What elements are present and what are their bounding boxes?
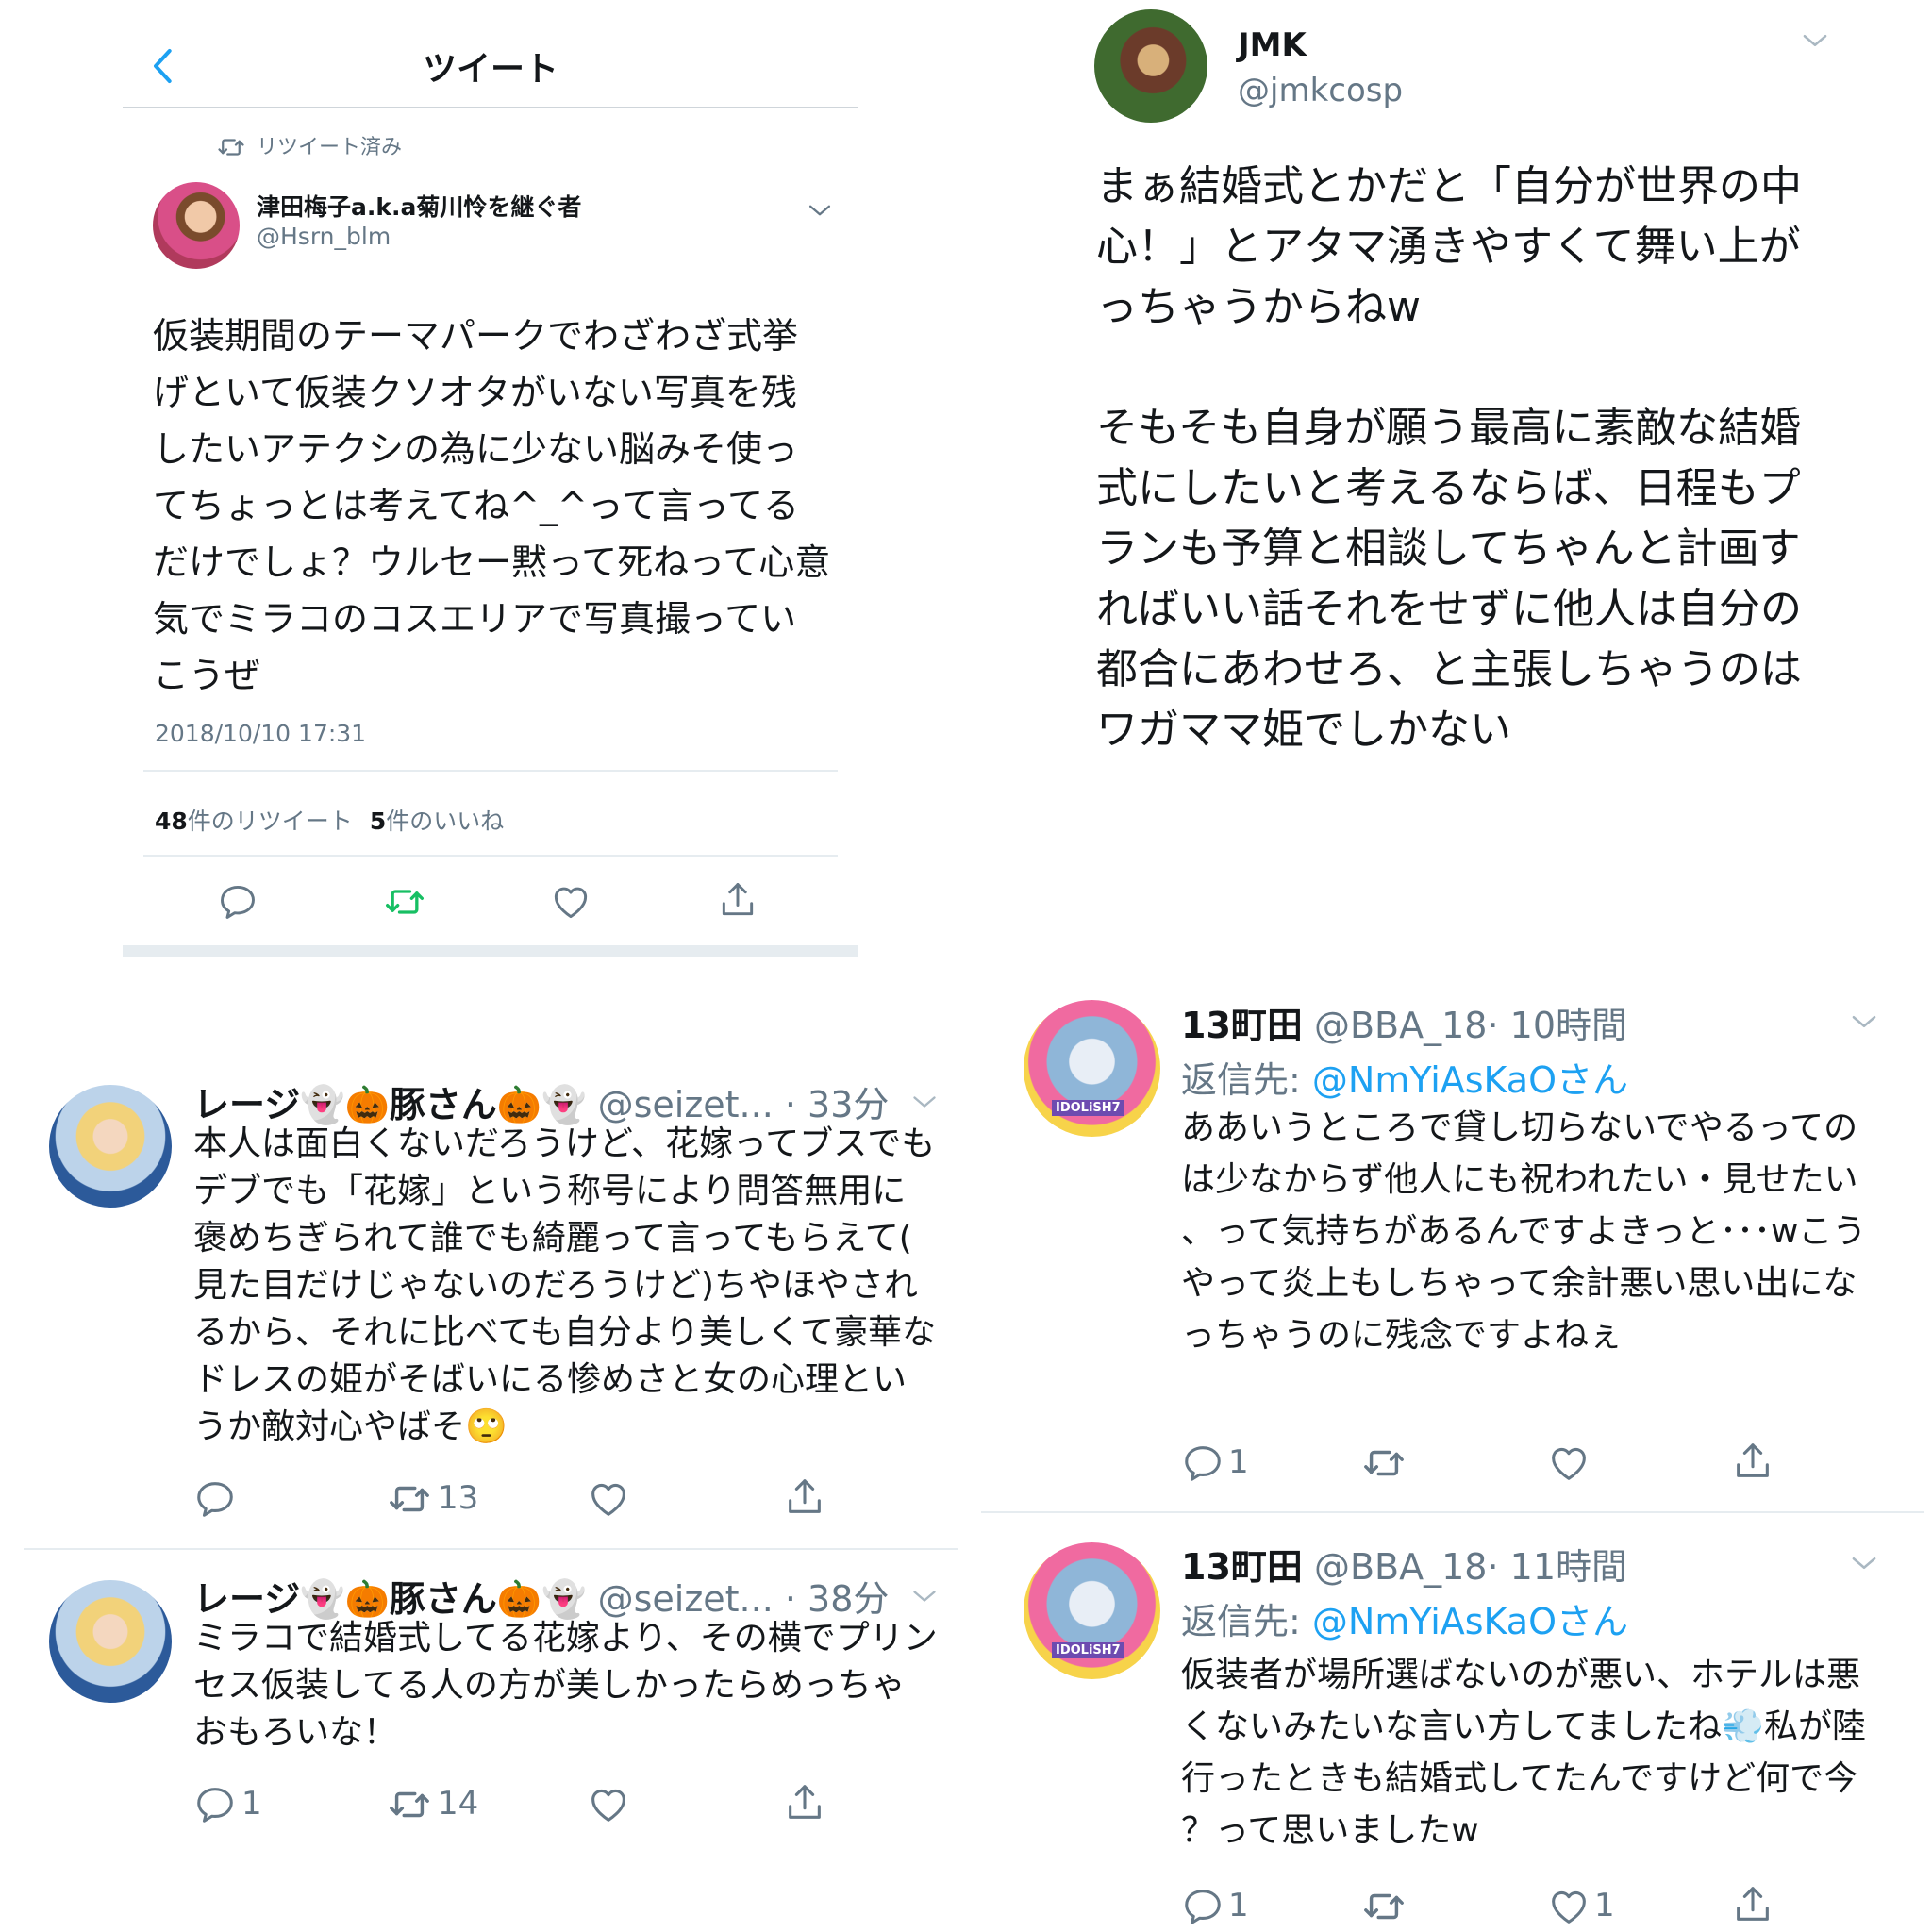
chevron-down-icon[interactable]: [908, 1085, 941, 1119]
heart-icon[interactable]: [587, 1477, 630, 1521]
reply-to-handle[interactable]: @NmYiAsKaOさん: [1312, 1601, 1628, 1642]
divider: [143, 770, 838, 772]
reply-to-label: 返信先:: [1181, 1059, 1301, 1101]
page-title: ツイート: [422, 50, 558, 89]
avatar[interactable]: [1094, 9, 1208, 123]
reply-time: · 10時間: [1487, 1005, 1627, 1046]
author-name[interactable]: 津田梅子a.k.a菊川怜を継ぐ者: [257, 189, 581, 223]
author-handle[interactable]: @Hsrn_blm: [257, 223, 391, 250]
reply-author-name[interactable]: 13町田: [1181, 1005, 1303, 1046]
heart-icon[interactable]: [550, 881, 591, 923]
reply-icon[interactable]: [1181, 1441, 1224, 1485]
chevron-down-icon[interactable]: [804, 194, 836, 226]
divider: [981, 1511, 1924, 1513]
panel-bottom-bar: [123, 945, 858, 957]
divider: [143, 855, 838, 857]
reply-author-name[interactable]: 13町田: [1181, 1546, 1303, 1588]
reply-icon[interactable]: [193, 1477, 237, 1521]
heart-icon[interactable]: [1547, 1441, 1591, 1485]
chevron-down-icon[interactable]: [1797, 23, 1833, 58]
reply-text: 本人は面白くないだろうけど、花嫁ってブスでもデブでも「花嫁」という称号により問答…: [193, 1124, 936, 1446]
reply-author-name[interactable]: レージ👻🎃豚さん🎃👻: [193, 1578, 587, 1620]
retweet-count[interactable]: 48: [155, 808, 188, 835]
like-count: 1: [1594, 1887, 1615, 1924]
reply-text: 仮装者が場所選ばないのが悪い、ホテルは悪くないみたいな言い方してましたね💨私が陸…: [1181, 1656, 1866, 1850]
share-icon[interactable]: [1731, 1440, 1774, 1483]
share-icon[interactable]: [1731, 1883, 1774, 1926]
avatar[interactable]: [49, 1580, 172, 1703]
reply-time: · 11時間: [1487, 1546, 1627, 1588]
reply-text: ああいうところで貸し切らないでやるってのは少なからず他人にも祝われたい・見せたい…: [1181, 1108, 1867, 1355]
reply-author-handle[interactable]: @BBA_18: [1314, 1005, 1488, 1046]
avatar[interactable]: IDOLiSH7: [1024, 1542, 1160, 1679]
author-name[interactable]: JMK: [1238, 26, 1307, 64]
reply-author-handle[interactable]: @seizet...: [598, 1578, 774, 1620]
reply-count: 1: [242, 1785, 262, 1823]
reply-icon[interactable]: [1181, 1885, 1224, 1928]
retweet-count: 14: [438, 1785, 479, 1823]
retweet-icon[interactable]: [387, 1783, 432, 1826]
avatar-badge: IDOLiSH7: [1052, 1100, 1124, 1116]
reply-to: 返信先: @NmYiAsKaOさん: [1181, 1051, 1628, 1103]
like-count-label[interactable]: 件のいいね: [386, 808, 504, 835]
retweet-icon[interactable]: [387, 1477, 432, 1521]
reply-count: 1: [1228, 1887, 1249, 1924]
reply-header: レージ👻🎃豚さん🎃👻 @seizet... · 38分: [193, 1570, 889, 1622]
reply-header: 13町田 @BBA_18· 11時間: [1181, 1538, 1627, 1590]
chevron-down-icon[interactable]: [908, 1579, 941, 1613]
retweet-icon[interactable]: [1361, 1441, 1407, 1485]
retweet-icon: [217, 133, 245, 161]
divider: [24, 1548, 958, 1550]
reply-count: 1: [1228, 1443, 1249, 1481]
tweet-paragraph: そもそも自身が願う最高に素敵な結婚式にしたいと考えるならば、日程もプランも予算と…: [1096, 404, 1802, 754]
header-divider: [123, 107, 858, 108]
avatar[interactable]: IDOLiSH7: [1024, 1000, 1160, 1137]
reply-text: ミラコで結婚式してる花嫁より、その横でプリンセス仮装してる人の方が美しかったらめ…: [193, 1619, 938, 1752]
tweet-text: 仮装期間のテーマパークでわざわざ式挙げといて仮装クソオタがいない写真を残したいア…: [153, 315, 831, 696]
reply-to-label: 返信先:: [1181, 1601, 1301, 1642]
reply-header: レージ👻🎃豚さん🎃👻 @seizet... · 33分: [193, 1075, 889, 1127]
back-chevron-icon[interactable]: [149, 47, 177, 85]
tweet-timestamp: 2018/10/10 17:31: [155, 720, 367, 747]
share-icon[interactable]: [783, 1475, 826, 1519]
tweet-stats: 48件のリツイート 5件のいいね: [155, 803, 504, 837]
reply-author-name[interactable]: レージ👻🎃豚さん🎃👻: [193, 1084, 587, 1125]
reply-icon[interactable]: [193, 1783, 237, 1826]
chevron-down-icon[interactable]: [1846, 1004, 1882, 1040]
author-handle[interactable]: @jmkcosp: [1238, 72, 1403, 109]
reply-to: 返信先: @NmYiAsKaOさん: [1181, 1592, 1628, 1644]
like-count[interactable]: 5: [370, 808, 386, 835]
reply-time: · 38分: [784, 1578, 890, 1620]
reply-time: · 33分: [784, 1084, 890, 1125]
tweet-paragraph: まぁ結婚式とかだと「自分が世界の中心！」とアタマ湧きやすくて舞い上がっちゃうから…: [1096, 162, 1802, 331]
avatar[interactable]: [49, 1085, 172, 1208]
retweet-icon[interactable]: [382, 881, 427, 923]
reply-icon[interactable]: [217, 881, 258, 923]
chevron-down-icon[interactable]: [1846, 1545, 1882, 1581]
reply-header: 13町田 @BBA_18· 10時間: [1181, 996, 1627, 1048]
reply-to-handle[interactable]: @NmYiAsKaOさん: [1312, 1059, 1628, 1101]
avatar-badge: IDOLiSH7: [1052, 1642, 1124, 1658]
share-icon[interactable]: [717, 879, 758, 921]
tweet-text: まぁ結婚式とかだと「自分が世界の中心！」とアタマ湧きやすくて舞い上がっちゃうから…: [1096, 157, 1813, 760]
reply-author-handle[interactable]: @seizet...: [598, 1084, 774, 1125]
retweeted-label: リツイート済み: [257, 136, 403, 159]
retweet-count: 13: [438, 1479, 479, 1517]
retweet-count-label[interactable]: 件のリツイート: [188, 808, 353, 835]
heart-icon[interactable]: [1547, 1885, 1591, 1928]
reply-author-handle[interactable]: @BBA_18: [1314, 1546, 1488, 1588]
share-icon[interactable]: [783, 1781, 826, 1824]
avatar[interactable]: [153, 182, 240, 269]
retweet-icon[interactable]: [1361, 1885, 1407, 1928]
heart-icon[interactable]: [587, 1783, 630, 1826]
